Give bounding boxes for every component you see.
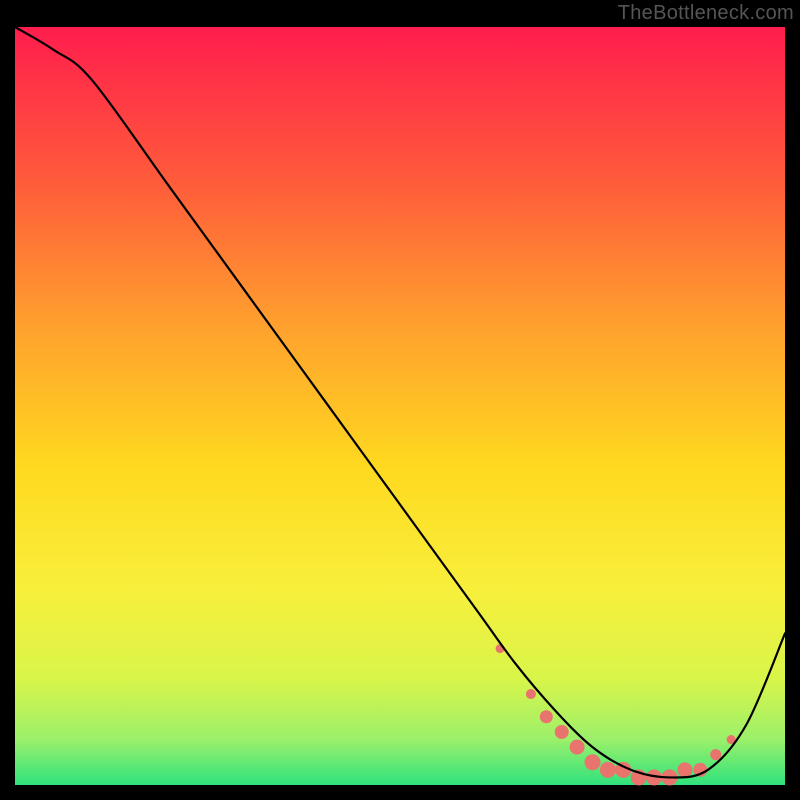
trough-marker [677, 762, 692, 777]
trough-marker [540, 710, 553, 723]
trough-marker [585, 754, 601, 770]
bottleneck-chart [0, 0, 800, 800]
trough-marker [600, 762, 616, 778]
chart-container: TheBottleneck.com [0, 0, 800, 800]
trough-marker [570, 740, 585, 755]
trough-marker [526, 689, 536, 699]
trough-marker [710, 749, 721, 760]
trough-marker [555, 725, 569, 739]
plot-background [15, 27, 785, 785]
